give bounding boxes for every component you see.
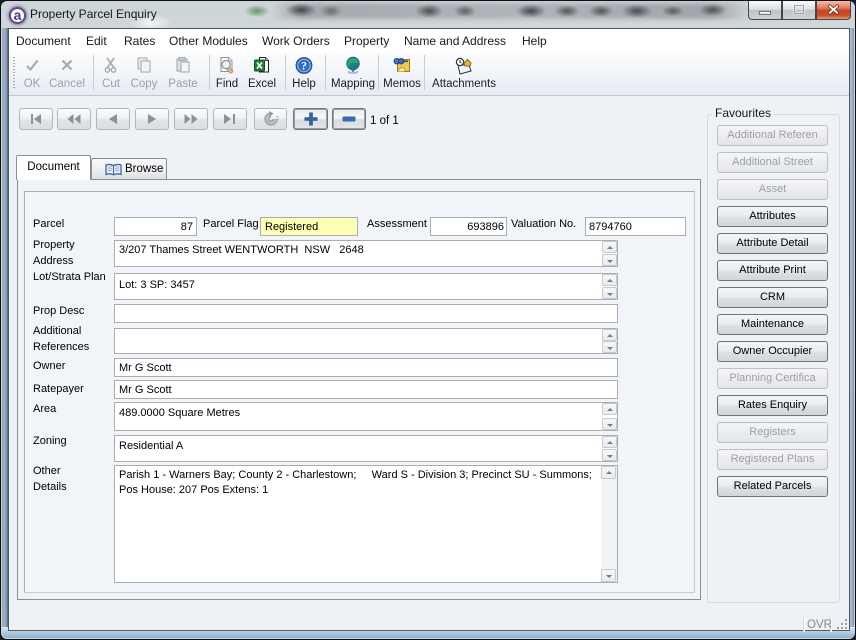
svg-text:?: ?	[301, 59, 307, 73]
